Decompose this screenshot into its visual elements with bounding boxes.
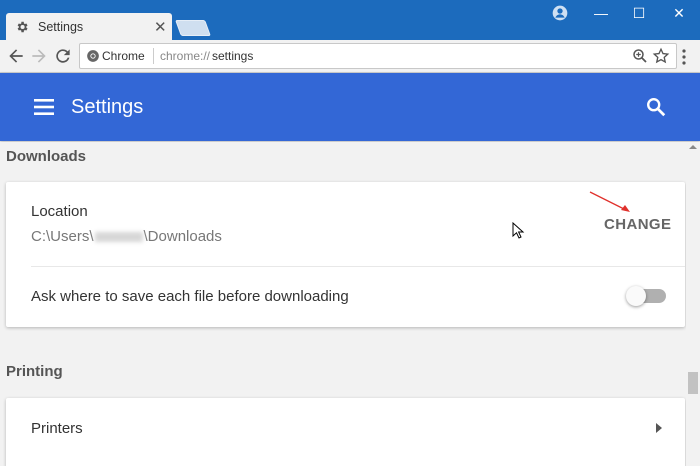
tab-title: Settings — [38, 20, 84, 34]
tab-close-button[interactable]: ✕ — [154, 18, 167, 36]
browser-toolbar: Chrome chrome:// settings — [0, 40, 700, 73]
maximize-button[interactable]: ☐ — [620, 3, 658, 23]
new-tab-button[interactable] — [175, 20, 211, 36]
url-path: settings — [212, 49, 254, 63]
printing-card: Printers — [6, 398, 685, 466]
reload-icon[interactable] — [53, 46, 73, 66]
settings-content: Downloads Location C:\Users\ \Downloads C… — [0, 142, 700, 466]
address-bar[interactable]: Chrome chrome:// settings — [79, 43, 677, 69]
omnibox-separator — [153, 48, 154, 64]
back-icon[interactable] — [6, 46, 26, 66]
scroll-up-icon[interactable] — [689, 145, 697, 149]
account-circle-icon[interactable] — [552, 5, 568, 21]
ask-before-download-label: Ask where to save each file before downl… — [31, 288, 349, 305]
location-path-suffix: \Downloads — [143, 228, 222, 245]
printers-label[interactable]: Printers — [31, 420, 83, 437]
redacted-username — [94, 232, 143, 243]
url-scheme: chrome:// — [160, 49, 211, 63]
site-chip-label: Chrome — [102, 49, 145, 63]
location-path: C:\Users\ \Downloads — [31, 228, 222, 245]
zoom-icon[interactable] — [631, 47, 649, 65]
tab-settings[interactable]: Settings ✕ — [6, 13, 172, 41]
scroll-thumb[interactable] — [688, 372, 698, 394]
page-title: Settings — [71, 96, 144, 118]
mouse-cursor-icon — [512, 222, 525, 239]
gear-icon — [17, 21, 28, 33]
location-path-prefix: C:\Users\ — [31, 228, 94, 245]
change-location-button[interactable]: CHANGE — [604, 216, 671, 233]
row-divider — [31, 266, 685, 267]
toggle-knob[interactable] — [626, 286, 646, 306]
close-button[interactable]: ✕ — [660, 3, 698, 23]
chrome-icon — [87, 50, 99, 62]
settings-header: Settings — [0, 73, 700, 141]
hamburger-menu-icon[interactable] — [34, 98, 54, 116]
downloads-card: Location C:\Users\ \Downloads CHANGE Ask … — [6, 182, 685, 327]
annotation-arrow-icon — [589, 191, 630, 212]
location-label: Location — [31, 203, 88, 220]
search-icon[interactable] — [645, 96, 667, 118]
chevron-right-icon[interactable] — [656, 423, 662, 433]
more-menu-icon[interactable] — [681, 48, 687, 66]
star-icon[interactable] — [652, 47, 670, 65]
minimize-button[interactable]: — — [582, 3, 620, 23]
printing-section-title: Printing — [6, 363, 63, 380]
forward-icon[interactable] — [29, 46, 49, 66]
downloads-section-title: Downloads — [6, 148, 87, 165]
title-bar: Settings ✕ — ☐ ✕ — [0, 0, 700, 41]
scrollbar[interactable] — [686, 142, 700, 466]
